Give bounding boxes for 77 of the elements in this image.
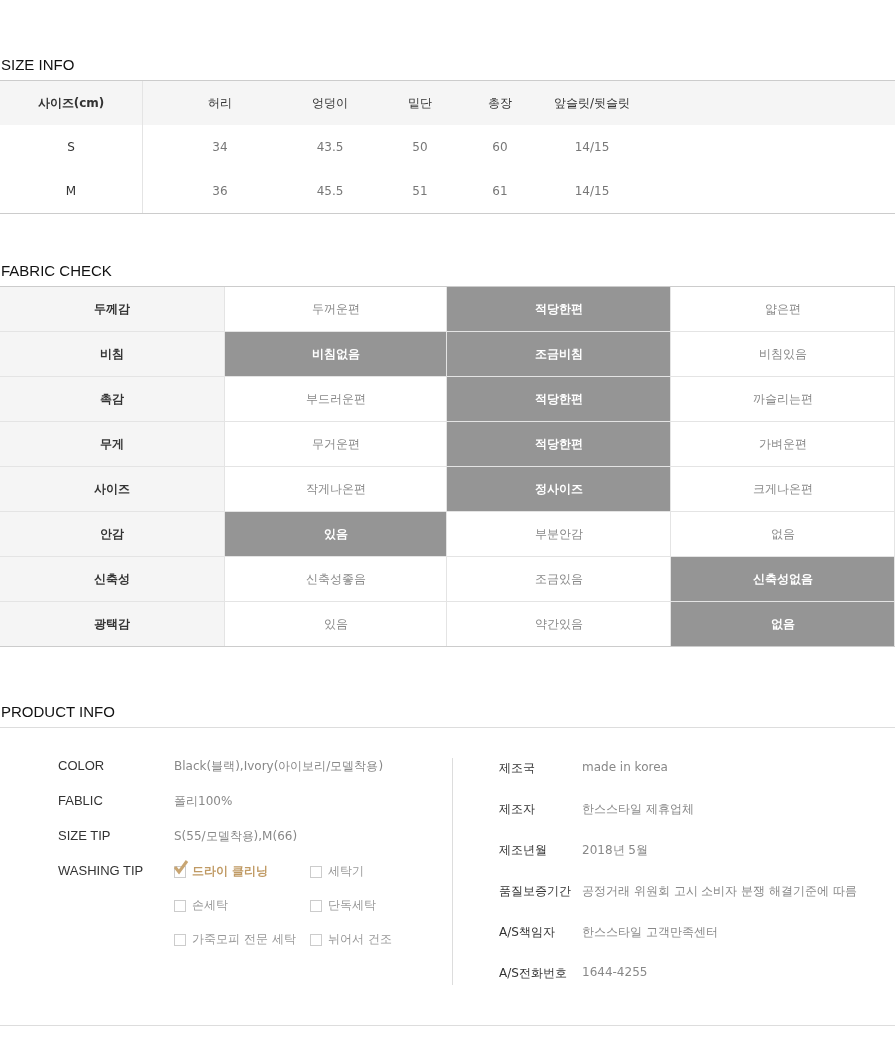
row-label: 촉감	[0, 377, 225, 422]
table-cell-text: 36	[211, 183, 229, 200]
row-label: 비침	[0, 332, 225, 377]
check-icon	[173, 858, 189, 875]
table-cell-text: 60	[491, 139, 509, 156]
fabric-option: 조금있음	[447, 557, 671, 602]
table-cell-text: 61	[491, 183, 509, 200]
info-value: made in korea	[582, 760, 668, 774]
column-header: 엉덩이	[297, 81, 363, 125]
fabric-option: 무거운편	[225, 422, 447, 467]
table-cell: S	[0, 125, 143, 169]
section-title: SIZE INFO	[0, 56, 76, 75]
table-cell-text: 50	[411, 139, 429, 156]
table-cell-text: 34	[211, 139, 229, 156]
info-value: S(55/모델착용),M(66)	[174, 828, 298, 845]
info-value: 한스스타일 고객만족센터	[582, 924, 718, 941]
fabric-option: 조금비침	[447, 332, 671, 377]
info-label: 제조자	[499, 801, 536, 818]
fabric-option: 적당한편	[447, 422, 671, 467]
fabric-option: 적당한편	[447, 287, 671, 332]
fabric-option: 크게나온편	[671, 467, 895, 512]
washing-option: 드라이 클리닝	[192, 863, 269, 880]
column-header: 사이즈(cm)	[0, 81, 143, 125]
fabric-option: 신축성없음	[671, 557, 895, 602]
info-value: 1644-4255	[582, 965, 648, 979]
table-cell-text: 43.5	[315, 139, 345, 156]
row-label: 두께감	[0, 287, 225, 332]
info-value: Black(블랙),Ivory(아이보리/모델착용)	[174, 758, 384, 775]
info-label: SIZE TIP	[58, 828, 112, 843]
info-label: A/S전화번호	[499, 965, 568, 982]
fabric-option: 부드러운편	[225, 377, 447, 422]
info-label: 품질보증기간	[499, 883, 572, 900]
table-cell-text: 45.5	[315, 183, 345, 200]
fabric-option: 부분안감	[447, 512, 671, 557]
info-label: A/S책임자	[499, 924, 556, 941]
fabric-option: 작게나온편	[225, 467, 447, 512]
washing-option: 손세탁	[192, 897, 228, 914]
fabric-option: 없음	[671, 602, 895, 646]
info-value: 2018년 5월	[582, 842, 648, 859]
row-label: 신축성	[0, 557, 225, 602]
fabric-option: 없음	[671, 512, 895, 557]
washing-option: 뉘어서 건조	[328, 931, 392, 948]
row-label: 사이즈	[0, 467, 225, 512]
fabric-option: 적당한편	[447, 377, 671, 422]
info-label: WASHING TIP	[58, 863, 145, 878]
fabric-option: 비침있음	[671, 332, 895, 377]
info-value: 폴리100%	[174, 793, 233, 810]
fabric-option: 신축성좋음	[225, 557, 447, 602]
row-label: 무게	[0, 422, 225, 467]
fabric-option: 가벼운편	[671, 422, 895, 467]
column-header: 총장	[477, 81, 523, 125]
section-title: FABRIC CHECK	[0, 262, 113, 281]
table-cell-text: 14/15	[573, 139, 611, 156]
fabric-option: 있음	[225, 512, 447, 557]
info-value: 한스스타일 제휴업체	[582, 801, 694, 818]
fabric-option: 정사이즈	[447, 467, 671, 512]
info-label: COLOR	[58, 758, 106, 773]
row-label: 안감	[0, 512, 225, 557]
fabric-option: 까슬리는편	[671, 377, 895, 422]
table-cell-text: 14/15	[573, 183, 611, 200]
info-label: 제조국	[499, 760, 536, 777]
washing-option: 세탁기	[328, 863, 364, 880]
info-label: 제조년월	[499, 842, 548, 859]
section-title: PRODUCT INFO	[0, 703, 116, 722]
table-cell: M	[0, 169, 143, 213]
washing-option: 단독세탁	[328, 897, 376, 914]
fabric-option: 비침없음	[225, 332, 447, 377]
info-value: 공정거래 위원회 고시 소비자 분쟁 해결기준에 따름	[582, 883, 857, 900]
info-label: FABLIC	[58, 793, 104, 808]
column-header: 앞슬릿/뒷슬릿	[523, 81, 661, 125]
fabric-option: 얇은편	[671, 287, 895, 332]
row-label: 광택감	[0, 602, 225, 646]
table-cell-text: 51	[411, 183, 429, 200]
column-header: 밑단	[363, 81, 477, 125]
washing-option: 가죽모피 전문 세탁	[192, 931, 296, 948]
fabric-option: 두꺼운편	[225, 287, 447, 332]
column-header: 허리	[143, 81, 297, 125]
